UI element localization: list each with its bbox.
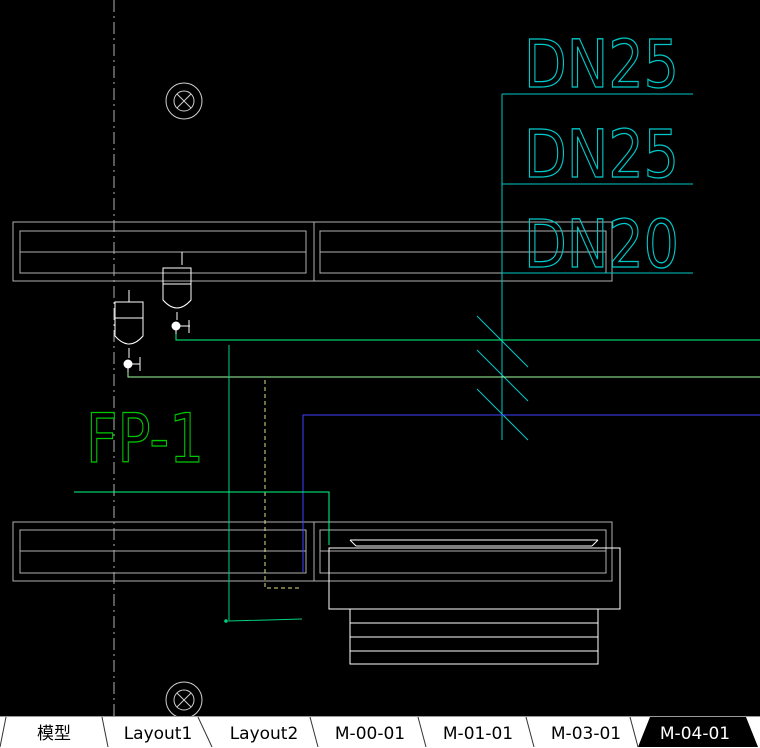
tab-layout2[interactable]: Layout2: [230, 724, 299, 744]
return-pipe-light-green: [127, 372, 760, 378]
equipment-tag: FP-1: [86, 400, 204, 479]
valve-symbol-right: [162, 252, 192, 340]
drawing-canvas[interactable]: DN25 DN25 DN20 FP-1: [0, 0, 760, 718]
diffuser-symbol-top: [165, 82, 203, 120]
diffuser-symbol-bottom: [165, 681, 203, 718]
pipe-end-point: [224, 619, 228, 623]
feed-pipe-green: [74, 491, 330, 545]
linear-grille-lower: [12, 521, 613, 582]
tab-separators: [0, 717, 639, 748]
tab-m-01-01[interactable]: M-01-01: [443, 724, 513, 744]
pipe-size-label-1: DN25: [524, 26, 679, 103]
valve-symbol-left: [114, 290, 144, 377]
tab-m-03-01[interactable]: M-03-01: [551, 724, 621, 744]
drain-pipe-yellow: [264, 380, 302, 589]
supply-pipe-green: [175, 334, 760, 341]
linear-grille-upper: [12, 221, 613, 282]
fan-coil-unit: [328, 539, 621, 665]
tab-m-00-01[interactable]: M-00-01: [335, 724, 405, 744]
tab-layout1[interactable]: Layout1: [124, 724, 193, 744]
tab-model[interactable]: 模型: [37, 724, 71, 744]
pipe-size-label-3: DN20: [524, 206, 679, 283]
pipe-size-label-2: DN25: [524, 116, 679, 193]
tab-m-04-01[interactable]: M-04-01: [660, 724, 730, 744]
drawing-svg[interactable]: DN25 DN25 DN20 FP-1: [0, 0, 760, 718]
layout-tab-bar: 模型 Layout1 Layout2 M-00-01 M-01-01 M-03-…: [0, 716, 760, 748]
